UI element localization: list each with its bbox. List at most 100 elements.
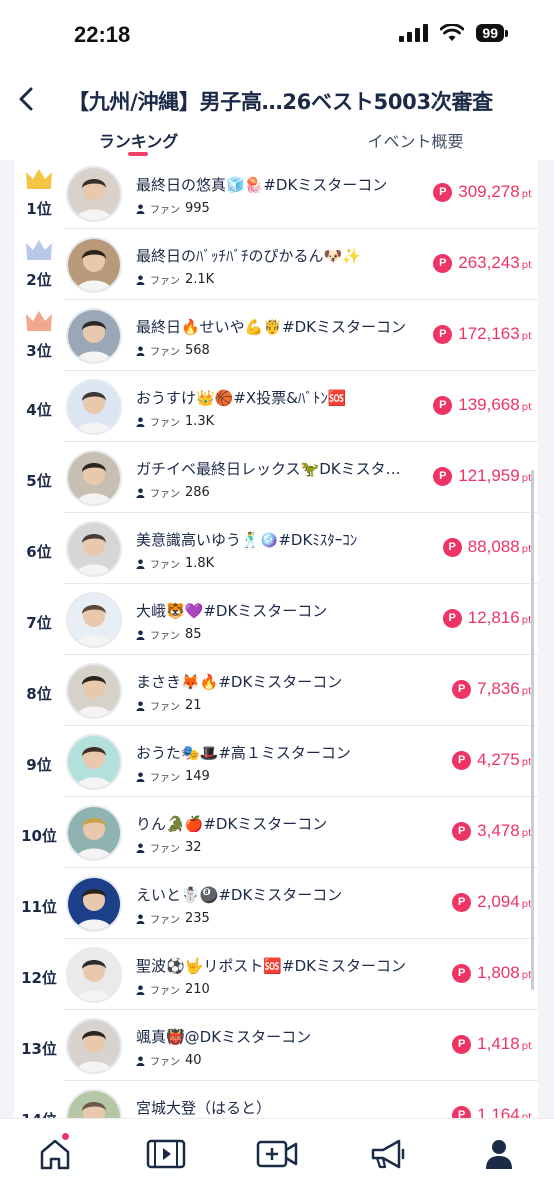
ranking-row[interactable]: 11位 えいと☃️🎱#DKミスターコン ファン 235 P 2,094 pt [14,868,538,939]
ranking-row[interactable]: 3位 最終日🔥せいや💪🤴#DKミスターコン ファン 568 P 172,163 pt [14,300,538,371]
ranking-row[interactable]: 8位 まさき🦊🔥#DKミスターコン ファン 21 P 7,836 pt [14,655,538,726]
point-badge-icon: P [442,608,462,628]
ranking-row[interactable]: 1位 最終日の悠真🧊🪼#DKミスターコン ファン 995 P 309,278 pt [14,160,538,229]
person-icon [136,630,145,640]
fan-count-value: 568 [185,343,210,358]
points-unit: pt [521,189,532,200]
person-icon [136,559,145,569]
points-value: 121,959 [458,466,520,485]
nav-videos[interactable] [136,1129,196,1179]
avatar[interactable] [66,663,122,719]
scrollbar[interactable] [531,470,534,990]
avatar[interactable] [66,308,122,364]
participant-name: 颯真👹@DKミスターコン [136,1028,312,1046]
ranking-row[interactable]: 10位 りん🐊🍎#DKミスターコン ファン 32 P 3,478 pt [14,797,538,868]
points-unit: pt [521,1041,532,1052]
ranking-row[interactable]: 5位 ガチイベ最終日レックス🦖DKミスタ… ファン 286 P 121,959 pt [14,442,538,513]
points: P 7,836 pt [452,679,532,699]
fan-count: ファン 1.3K [136,414,214,429]
person-icon [136,914,145,924]
fan-label: ファン [150,631,180,642]
nav-live[interactable] [247,1129,307,1179]
fan-label: ファン [150,489,180,500]
points-unit: pt [521,331,532,342]
fan-count-value: 40 [185,1053,202,1068]
avatar[interactable] [66,734,122,790]
avatar[interactable] [66,1089,122,1120]
avatar[interactable] [66,166,122,222]
points-unit: pt [521,402,532,413]
rank-label: 7位 [26,614,52,632]
rank-label: 12位 [21,969,57,987]
megaphone-icon [371,1139,405,1169]
ranking-row[interactable]: 13位 颯真👹@DKミスターコン ファン 40 P 1,418 pt [14,1010,538,1081]
fan-count-value: 2.1K [185,272,215,287]
avatar[interactable] [66,805,122,861]
fan-count-value: 1.3K [185,414,215,429]
avatar[interactable] [66,237,122,293]
rank-label: 6位 [26,543,52,561]
points-value: 2,094 [477,892,520,911]
fan-count-value: 995 [185,201,210,216]
ranking-list[interactable]: 1位 最終日の悠真🧊🪼#DKミスターコン ファン 995 P 309,278 pt 2位 最終日… [14,160,538,1120]
avatar[interactable] [66,592,122,648]
avatar[interactable] [66,450,122,506]
fan-count-value: 1.8K [185,556,215,571]
ranking-row[interactable]: 6位 美意識高いゆう🕺🪩#DKﾐｽﾀｰｺﾝ ファン 1.8K P 88,088 pt [14,513,538,584]
avatar[interactable] [66,947,122,1003]
ranking-row[interactable]: 12位 聖波⚽️🤟リポスト🆘#DKミスターコン ファン 210 P 1,808 pt [14,939,538,1010]
point-badge-icon: P [452,679,472,699]
nav-home[interactable] [25,1129,85,1179]
rank-label: 10位 [21,827,57,845]
tab-ranking[interactable]: ランキング [0,124,277,160]
participant-name: えいと☃️🎱#DKミスターコン [136,886,343,904]
tab-active-indicator [128,152,148,156]
back-button[interactable] [14,82,40,116]
point-badge-icon: P [433,324,453,344]
avatar[interactable] [66,521,122,577]
crown-bronze-icon [26,311,52,331]
point-badge-icon: P [452,892,472,912]
rank-label: 4位 [26,401,52,419]
video-list-icon [146,1139,186,1169]
ranking-row[interactable]: 4位 おうすけ👑🏀#X投票&ﾊﾞﾄﾝ🆘 ファン 1.3K P 139,668 pt [14,371,538,442]
fan-count: ファン 568 [136,343,210,358]
points-value: 139,668 [458,395,520,414]
fan-count: ファン 286 [136,485,210,500]
person-icon [136,346,145,356]
point-badge-icon: P [433,395,453,415]
fan-count: ファン 210 [136,982,210,997]
rank-label: 3位 [26,342,52,360]
fan-count-value: 21 [185,698,202,713]
points: P 3,478 pt [452,821,532,841]
avatar[interactable] [66,1018,122,1074]
avatar[interactable] [66,379,122,435]
avatar[interactable] [66,876,122,932]
point-badge-icon: P [452,1034,472,1054]
fan-count-value: 85 [185,627,202,642]
status-icons: 99 [399,24,508,42]
fan-count: ファン 32 [136,840,202,855]
fan-label: ファン [150,773,180,784]
points-value: 172,163 [458,324,520,343]
fan-label: ファン [150,986,180,997]
rank-label: 8位 [26,685,52,703]
ranking-row[interactable]: 7位 大峨🐯💜#DKミスターコンファン 85 P 12,816 pt [14,584,538,655]
participant-name: 最終日のﾊﾞｯﾁﾊﾞﾁのぴかるん🐶✨ [136,247,361,265]
participant-name: 大峨🐯💜#DKミスターコン [136,602,328,620]
participant-name: 宮城大登（はると） [136,1099,272,1117]
ranking-row[interactable]: 2位 最終日のﾊﾞｯﾁﾊﾞﾁのぴかるん🐶✨ ファン 2.1K P 263,243 pt [14,229,538,300]
fan-count: ファン 21 [136,698,202,713]
points: P 12,816 pt [442,608,532,628]
point-badge-icon: P [442,537,462,557]
tab-ranking-label: ランキング [98,132,179,151]
points: P 139,668 pt [433,395,532,415]
nav-announcements[interactable] [358,1129,418,1179]
ranking-row[interactable]: 9位 おうた🎭🎩#高１ミスターコン ファン 149 P 4,275 pt [14,726,538,797]
tab-event-overview[interactable]: イベント概要 [277,124,554,160]
participant-name: りん🐊🍎#DKミスターコン [136,815,328,833]
person-icon [136,204,145,214]
point-badge-icon: P [433,182,453,202]
nav-profile[interactable] [469,1129,529,1179]
ranking-row[interactable]: 14位 宮城大登（はると） P 1,164 pt [14,1081,538,1120]
